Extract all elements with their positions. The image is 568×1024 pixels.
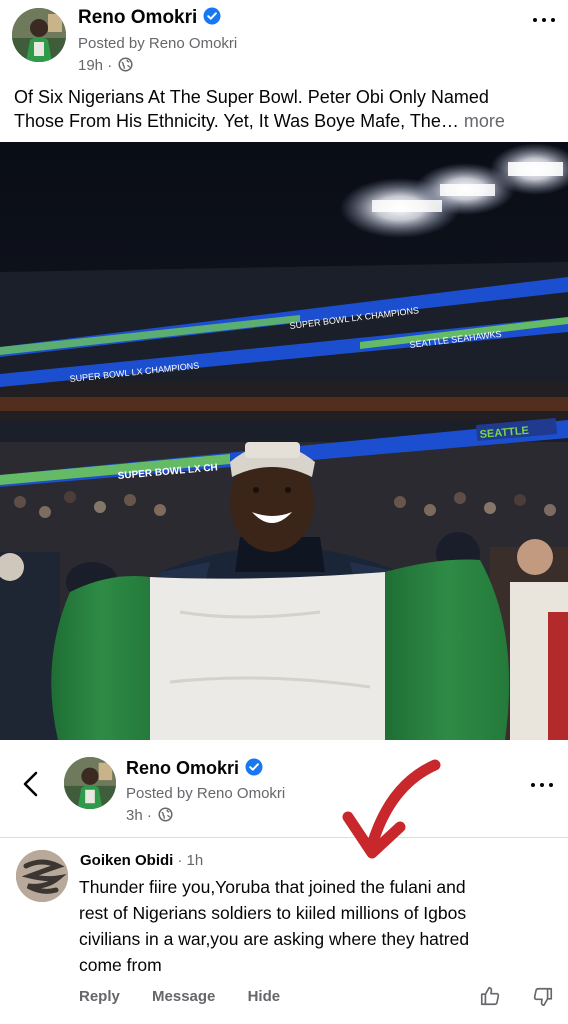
author-name[interactable]: Reno Omokri xyxy=(78,7,221,29)
see-more-link[interactable]: more xyxy=(464,111,505,131)
post-header: Reno Omokri Posted by Reno Omokri 19h · xyxy=(0,0,568,82)
back-chevron-icon[interactable] xyxy=(20,770,42,798)
comment-line: Thunder fiire you,Yoruba that joined the… xyxy=(79,877,466,897)
commenter-avatar[interactable] xyxy=(16,850,68,902)
globe-icon xyxy=(158,807,173,822)
post-timestamp[interactable]: 19h · xyxy=(78,57,133,74)
comment-line: civilians in a war,you are asking where … xyxy=(79,929,470,949)
reply-button[interactable]: Reply xyxy=(79,988,120,1005)
commenter-name[interactable]: Goiken Obidi · 1h xyxy=(80,852,203,869)
thumbs-down-icon[interactable] xyxy=(532,986,554,1008)
divider xyxy=(0,837,568,838)
verified-badge-icon xyxy=(245,758,263,776)
author-avatar[interactable] xyxy=(12,8,66,62)
message-button[interactable]: Message xyxy=(152,988,215,1005)
thumbs-up-icon[interactable] xyxy=(479,985,501,1007)
author-name[interactable]: Reno Omokri xyxy=(126,758,263,779)
verified-badge-icon xyxy=(203,7,221,25)
more-options-icon[interactable] xyxy=(528,775,556,795)
posted-by-label: Posted by Reno Omokri xyxy=(126,785,286,802)
post-body-text: Of Six Nigerians At The Super Bowl. Pete… xyxy=(14,85,559,133)
comment-timestamp: · 1h xyxy=(177,852,204,869)
comment-line: come from xyxy=(79,955,162,975)
post-text-line: Of Six Nigerians At The Super Bowl. Pete… xyxy=(14,87,489,107)
post-photo[interactable]: SUPER BOWL LX CHAMPIONS SUPER BOWL LX CH… xyxy=(0,142,568,740)
hide-button[interactable]: Hide xyxy=(248,988,281,1005)
globe-icon xyxy=(118,57,133,72)
comment-text: Thunder fiire you,Yoruba that joined the… xyxy=(79,874,559,978)
post-timestamp[interactable]: 3h · xyxy=(126,807,173,824)
comment-line: rest of Nigerians soldiers to kiiled mil… xyxy=(79,903,467,923)
posted-by-label: Posted by Reno Omokri xyxy=(78,35,238,52)
comment-actions: Reply Message Hide xyxy=(79,988,308,1005)
comments-overlay: Reno Omokri Posted by Reno Omokri 3h · G… xyxy=(0,740,568,1024)
post-text-line: Those From His Ethnicity. Yet, It Was Bo… xyxy=(14,111,505,131)
more-options-icon[interactable] xyxy=(530,10,558,30)
author-avatar[interactable] xyxy=(64,757,116,809)
